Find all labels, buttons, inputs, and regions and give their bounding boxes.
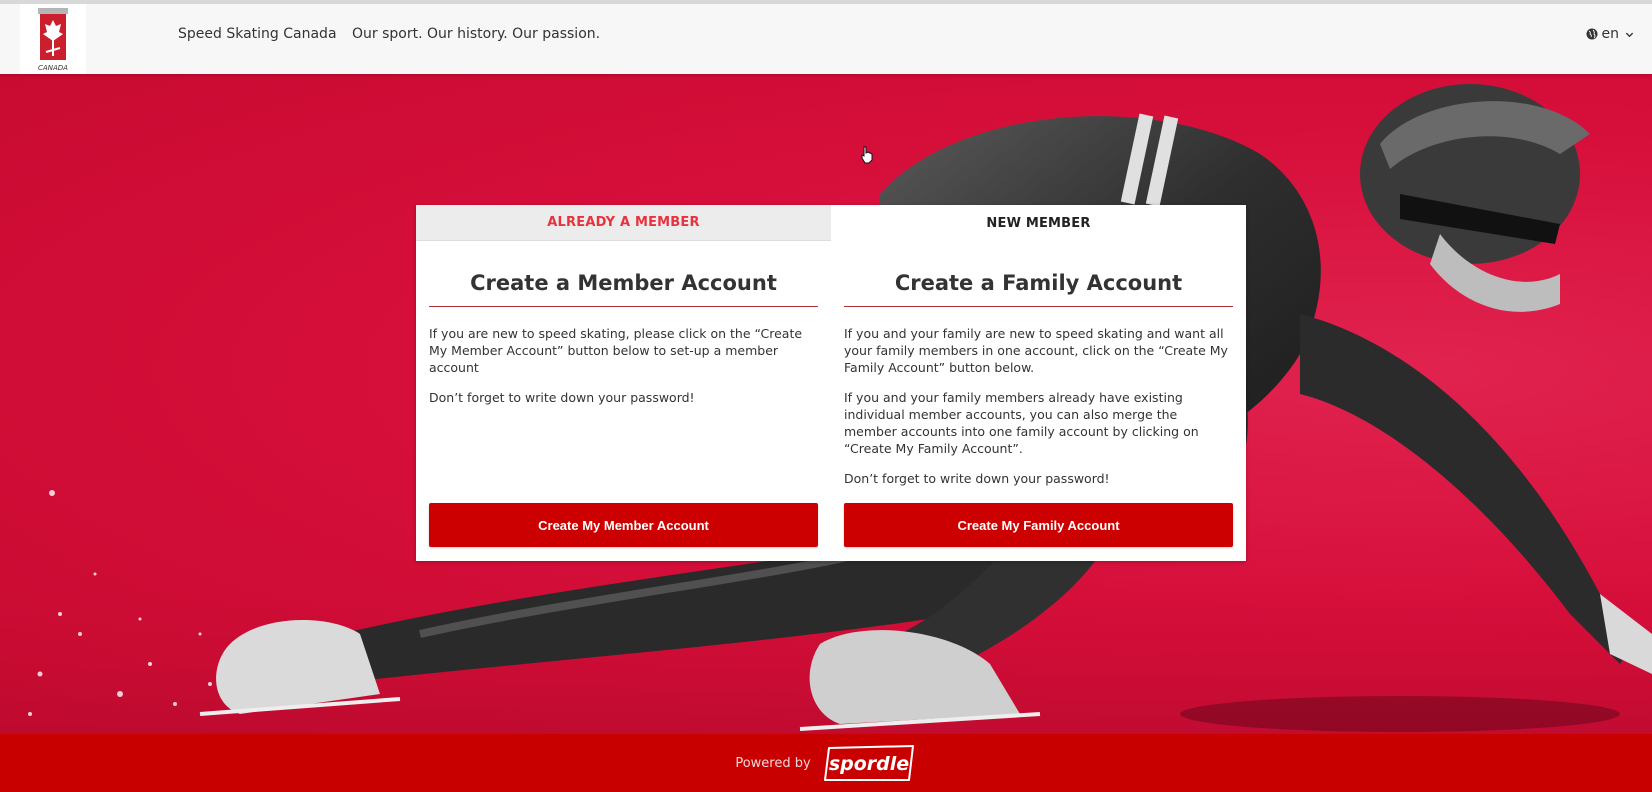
member-account-title: Create a Member Account	[470, 271, 777, 295]
svg-text:spordle: spordle	[829, 753, 909, 775]
family-paragraph-2: If you and your family members already h…	[844, 390, 1199, 456]
member-paragraph-2: Don’t forget to write down your password…	[429, 390, 695, 405]
logo-icon: CANADA	[38, 8, 68, 72]
member-paragraph-1: If you are new to speed skating, please …	[429, 326, 803, 375]
svg-text:CANADA: CANADA	[38, 64, 68, 72]
powered-by-label: Powered by	[735, 755, 811, 771]
language-label: en	[1601, 26, 1620, 42]
account-panel: ALREADY A MEMBER NEW MEMBER Create a Mem…	[416, 205, 1246, 561]
brand-name[interactable]: Speed Skating Canada	[178, 26, 337, 42]
family-paragraph-3: Don’t forget to write down your password…	[844, 471, 1110, 486]
speed-skating-canada-logo[interactable]: CANADA	[20, 4, 86, 74]
spordle-logo[interactable]: spordle	[821, 744, 917, 782]
tab-new-member[interactable]: NEW MEMBER	[831, 205, 1246, 241]
family-title-divider	[844, 306, 1233, 307]
account-tabs: ALREADY A MEMBER NEW MEMBER	[416, 205, 1246, 241]
create-family-account-button[interactable]: Create My Family Account	[844, 503, 1233, 547]
tagline: Our sport. Our history. Our passion.	[352, 26, 601, 42]
family-paragraph-1: If you and your family are new to speed …	[844, 326, 1228, 375]
hand-cursor-icon	[861, 146, 873, 164]
footer: Powered by spordle	[0, 734, 1652, 792]
member-title-divider	[429, 306, 818, 307]
language-selector[interactable]: en	[1586, 26, 1635, 42]
family-account-description: If you and your family are new to speed …	[844, 325, 1233, 500]
tab-already-a-member[interactable]: ALREADY A MEMBER	[416, 205, 831, 241]
top-bar: CANADA Speed Skating Canada Our sport. O…	[0, 0, 1652, 74]
create-member-account-button[interactable]: Create My Member Account	[429, 503, 818, 547]
chevron-down-icon	[1625, 32, 1634, 37]
family-account-title: Create a Family Account	[894, 271, 1183, 295]
member-account-description: If you are new to speed skating, please …	[429, 325, 818, 419]
globe-icon	[1586, 28, 1597, 40]
